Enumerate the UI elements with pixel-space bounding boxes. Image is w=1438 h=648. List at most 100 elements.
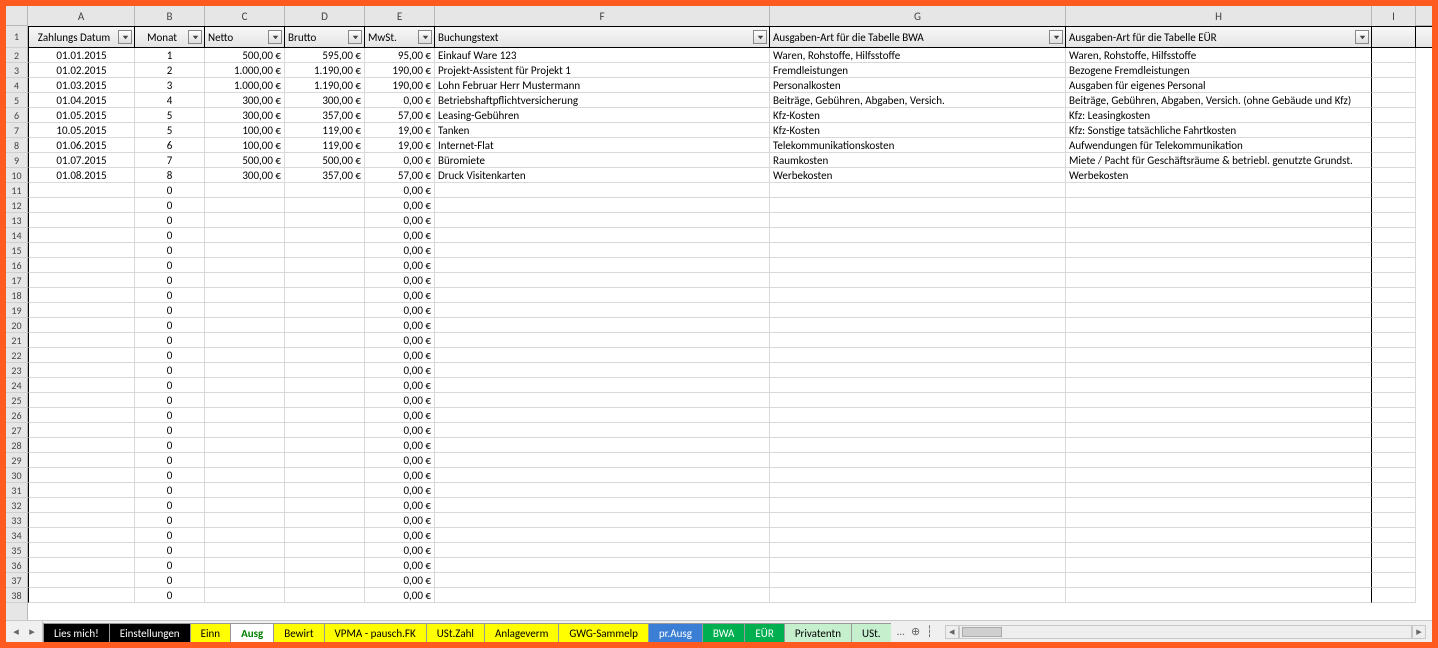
cell-empty[interactable]	[1372, 393, 1416, 408]
cell[interactable]: 0	[135, 198, 205, 213]
filter-dropdown-icon[interactable]	[348, 30, 362, 44]
cell[interactable]: 01.03.2015	[28, 78, 135, 93]
cell[interactable]	[285, 588, 365, 603]
cell[interactable]	[28, 483, 135, 498]
cell[interactable]	[1066, 588, 1372, 603]
cell[interactable]	[28, 318, 135, 333]
cell[interactable]	[205, 393, 285, 408]
cell[interactable]	[28, 348, 135, 363]
cell[interactable]: 0,00 €	[365, 378, 435, 393]
cell[interactable]	[285, 453, 365, 468]
cell[interactable]	[435, 318, 770, 333]
cell[interactable]: 500,00 €	[205, 48, 285, 63]
cell-empty[interactable]	[1372, 363, 1416, 378]
hscroll-thumb[interactable]	[962, 627, 1002, 637]
cell[interactable]: 3	[135, 78, 205, 93]
select-all-corner[interactable]	[6, 6, 28, 26]
filter-header-D[interactable]: Brutto	[285, 27, 365, 47]
tab-nav-next-icon[interactable]: ▸	[26, 626, 38, 638]
cell[interactable]: 595,00 €	[285, 48, 365, 63]
cell[interactable]	[28, 528, 135, 543]
cell[interactable]	[28, 273, 135, 288]
sheet-tab[interactable]: Einstellungen	[109, 623, 191, 642]
cell[interactable]	[285, 408, 365, 423]
cell[interactable]: 0,00 €	[365, 273, 435, 288]
row-number[interactable]: 23	[6, 363, 27, 378]
cell-empty[interactable]	[1372, 183, 1416, 198]
cell[interactable]: 0	[135, 393, 205, 408]
cell[interactable]: Leasing-Gebühren	[435, 108, 770, 123]
cell[interactable]	[285, 498, 365, 513]
hscroll-track[interactable]	[959, 625, 1412, 639]
row-number[interactable]: 12	[6, 198, 27, 213]
cell[interactable]	[205, 303, 285, 318]
col-letter-H[interactable]: H	[1066, 6, 1372, 26]
cell[interactable]	[285, 423, 365, 438]
cell[interactable]	[770, 483, 1066, 498]
sheet-tab[interactable]: VPMA - pausch.FK	[324, 623, 427, 642]
cell[interactable]: Aufwendungen für Telekommunikation	[1066, 138, 1372, 153]
cell-empty[interactable]	[1372, 273, 1416, 288]
cell-empty[interactable]	[1372, 153, 1416, 168]
cell[interactable]: Werbekosten	[1066, 168, 1372, 183]
filter-header-B[interactable]: Monat	[135, 27, 205, 47]
sheet-tab[interactable]: Lies mich!	[43, 623, 110, 642]
cell[interactable]	[205, 348, 285, 363]
cell[interactable]: 7	[135, 153, 205, 168]
cell[interactable]	[28, 543, 135, 558]
cell[interactable]: 0,00 €	[365, 498, 435, 513]
cell[interactable]: 0,00 €	[365, 543, 435, 558]
cell-empty[interactable]	[1372, 438, 1416, 453]
cell[interactable]	[1066, 408, 1372, 423]
tab-nav-first-icon[interactable]: ◂	[10, 626, 22, 638]
row-number[interactable]: 35	[6, 543, 27, 558]
row-number[interactable]: 20	[6, 318, 27, 333]
cell[interactable]	[435, 498, 770, 513]
cell[interactable]	[770, 423, 1066, 438]
cell[interactable]	[28, 393, 135, 408]
sheet-tab[interactable]: EÜR	[744, 623, 784, 642]
cell-empty[interactable]	[1372, 108, 1416, 123]
cell[interactable]	[1066, 378, 1372, 393]
cell[interactable]: Internet-Flat	[435, 138, 770, 153]
col-letter-E[interactable]: E	[365, 6, 435, 26]
cell[interactable]: Druck Visitenkarten	[435, 168, 770, 183]
cell[interactable]	[285, 378, 365, 393]
cell[interactable]	[285, 228, 365, 243]
cell[interactable]: 0	[135, 528, 205, 543]
cell[interactable]: 0	[135, 378, 205, 393]
cell[interactable]	[770, 573, 1066, 588]
cell[interactable]: 5	[135, 108, 205, 123]
cell[interactable]	[205, 453, 285, 468]
cell[interactable]	[205, 333, 285, 348]
cell[interactable]: 0,00 €	[365, 183, 435, 198]
cell[interactable]: 0,00 €	[365, 573, 435, 588]
cell[interactable]: Bezogene Fremdleistungen	[1066, 63, 1372, 78]
cell-empty[interactable]	[1372, 558, 1416, 573]
cell[interactable]: 19,00 €	[365, 123, 435, 138]
cell[interactable]: 01.08.2015	[28, 168, 135, 183]
cell[interactable]	[435, 228, 770, 243]
cell[interactable]	[205, 243, 285, 258]
row-number[interactable]: 14	[6, 228, 27, 243]
cell[interactable]	[435, 273, 770, 288]
cell[interactable]: Tanken	[435, 123, 770, 138]
filter-header-A[interactable]: Zahlungs Datum	[28, 27, 135, 47]
cell[interactable]	[285, 183, 365, 198]
cell[interactable]	[205, 288, 285, 303]
cell[interactable]	[205, 258, 285, 273]
cell[interactable]: 100,00 €	[205, 138, 285, 153]
cell[interactable]	[1066, 498, 1372, 513]
cell[interactable]	[1066, 183, 1372, 198]
cell[interactable]	[28, 468, 135, 483]
cell[interactable]: 500,00 €	[205, 153, 285, 168]
cell[interactable]	[770, 498, 1066, 513]
cell[interactable]: 300,00 €	[205, 93, 285, 108]
row-number[interactable]: 4	[6, 78, 27, 93]
cell[interactable]: 0	[135, 303, 205, 318]
cell[interactable]	[205, 558, 285, 573]
cell[interactable]: 0	[135, 408, 205, 423]
cell[interactable]	[205, 183, 285, 198]
cell-empty[interactable]	[1372, 78, 1416, 93]
cell[interactable]	[28, 198, 135, 213]
